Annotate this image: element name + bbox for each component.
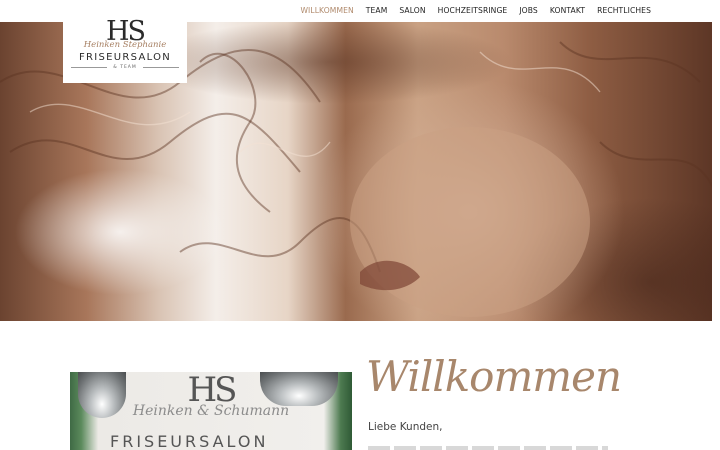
nav-item-salon[interactable]: SALON [399,6,425,15]
hero-right-edge [712,22,720,321]
salon-photo: HS Heinken & Schumann FRISEURSALON [70,372,352,450]
logo-divider-right [143,67,179,68]
nav-item-willkommen[interactable]: WILLKOMMEN [300,6,353,15]
main-menu: WILLKOMMEN TEAM SALON HOCHZEITSRINGE JOB… [300,6,651,15]
welcome-greeting: Liebe Kunden, [368,421,443,433]
nav-item-team[interactable]: TEAM [366,6,388,15]
site-logo[interactable]: HS Heinken Stephanie FRISEURSALON & TEAM [63,14,187,83]
intro-text-cutoff [368,446,608,450]
logo-wordmark: FRISEURSALON [78,52,172,63]
photo-sign-script: Heinken & Schumann [132,403,290,419]
nav-item-kontakt[interactable]: KONTAKT [550,6,585,15]
logo-script-name: Heinken Stephanie [83,40,167,50]
photo-sign-wordmark: FRISEURSALON [110,432,269,450]
nav-item-rechtliches[interactable]: RECHTLICHES [597,6,651,15]
nav-item-jobs[interactable]: JOBS [519,6,538,15]
welcome-heading: Willkommen [366,352,622,401]
nav-item-hochzeitsringe[interactable]: HOCHZEITSRINGE [438,6,508,15]
